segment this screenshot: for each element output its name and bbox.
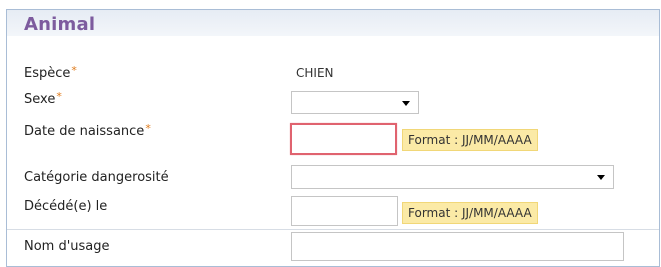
panel-header: Animal <box>7 10 659 36</box>
categorie-label: Catégorie dangerosité <box>24 170 169 185</box>
decede-format-hint: Format : JJ/MM/AAAA <box>402 202 538 224</box>
espece-value: CHIEN <box>296 66 334 80</box>
categorie-label-text: Catégorie dangerosité <box>24 170 169 185</box>
chevron-down-icon <box>597 175 605 180</box>
decede-label: Décédé(e) le <box>24 199 107 214</box>
chevron-down-icon <box>402 100 410 106</box>
nom-usage-label: Nom d'usage <box>24 239 110 254</box>
section-title: Animal <box>24 14 96 35</box>
date-naissance-label-text: Date de naissance <box>24 124 145 139</box>
decede-date-input[interactable] <box>291 196 398 226</box>
sexe-label: Sexe* <box>24 90 62 107</box>
nom-usage-input[interactable] <box>291 232 624 261</box>
row-divider <box>7 229 659 230</box>
espece-label-text: Espèce <box>24 66 71 81</box>
required-marker: * <box>71 64 77 77</box>
date-naissance-format-hint: Format : JJ/MM/AAAA <box>402 129 538 151</box>
required-marker: * <box>145 122 151 135</box>
date-naissance-label: Date de naissance* <box>24 122 151 139</box>
animal-panel: Animal Espèce* CHIEN Sexe* Date de naiss… <box>6 9 660 267</box>
decede-label-text: Décédé(e) le <box>24 199 108 214</box>
date-naissance-input[interactable] <box>290 123 397 155</box>
nom-usage-label-text: Nom d'usage <box>24 239 110 254</box>
categorie-select[interactable] <box>291 165 614 189</box>
required-marker: * <box>56 90 62 103</box>
sexe-label-text: Sexe <box>24 92 56 107</box>
sexe-select[interactable] <box>291 91 419 114</box>
espece-label: Espèce* <box>24 64 77 81</box>
